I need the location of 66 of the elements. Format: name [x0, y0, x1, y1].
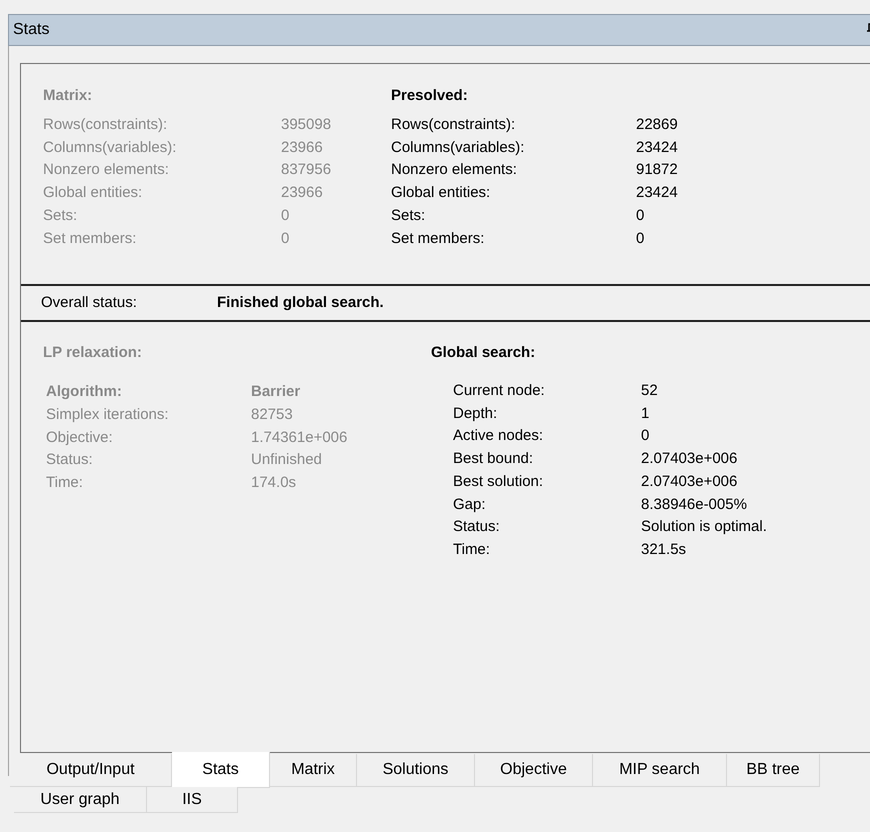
tab[interactable]: Solutions — [357, 754, 475, 787]
stat-label: Status: — [453, 517, 501, 538]
stat-label: Simplex iterations: — [46, 405, 170, 426]
stat-label: Set members: — [43, 228, 138, 249]
section-title: Matrix: — [43, 86, 94, 106]
tab[interactable]: User graph — [14, 787, 147, 813]
stat-label: Rows(constraints): — [391, 115, 516, 136]
stat-label: Columns(variables): — [43, 138, 178, 158]
stat-label: Gap: — [453, 494, 487, 515]
status-label: Overall status: — [41, 292, 138, 313]
stat-label: Nonzero elements: — [391, 160, 518, 180]
stat-value: 22869 — [636, 115, 679, 136]
stat-value: 23966 — [281, 183, 324, 204]
stat-value: 0 — [636, 206, 646, 226]
tab[interactable]: Output/Input — [10, 754, 172, 787]
stat-label: Depth: — [453, 404, 498, 424]
stat-label: Time: — [453, 540, 491, 560]
stat-value: 1.74361e+006 — [251, 428, 348, 448]
stat-value: 0 — [636, 228, 646, 249]
stat-label: Time: — [46, 473, 84, 494]
stat-label: Active nodes: — [453, 426, 544, 446]
stat-label: Sets: — [43, 206, 78, 226]
stat-value: 321.5s — [641, 540, 688, 560]
stat-value: 174.0s — [251, 473, 298, 494]
stat-value: Unfinished — [251, 450, 323, 470]
stat-value: 0 — [641, 426, 650, 446]
stat-value: 23424 — [636, 138, 679, 158]
stat-value: 23424 — [636, 183, 679, 204]
panel-title: Stats — [13, 20, 50, 40]
stat-value: 0 — [281, 228, 290, 249]
stat-label: Objective: — [46, 428, 114, 448]
tab[interactable]: IIS — [147, 787, 238, 813]
stat-value: 837956 — [281, 160, 332, 180]
stat-value: 0 — [281, 206, 290, 226]
tab[interactable]: Matrix — [270, 754, 357, 787]
stat-label: Columns(variables): — [391, 138, 526, 158]
tab[interactable]: Stats — [172, 752, 270, 788]
stat-label: Rows(constraints): — [43, 115, 168, 136]
stat-value: Barrier — [251, 382, 300, 402]
stat-value: 395098 — [281, 115, 332, 136]
tab[interactable]: BB tree — [727, 754, 820, 787]
stat-value: 8.38946e-005% — [641, 494, 748, 515]
stat-label: Status: — [46, 450, 94, 470]
stat-label: Nonzero elements: — [43, 160, 170, 180]
stat-value: Solution is optimal. — [641, 517, 768, 538]
stat-label: Global entities: — [43, 183, 144, 204]
stat-value: 23966 — [281, 138, 324, 158]
stat-label: Sets: — [391, 206, 426, 226]
section-title: Presolved: — [391, 86, 468, 106]
stat-value: 2.07403e+006 — [641, 472, 738, 492]
stat-label: Algorithm: — [46, 382, 123, 402]
stat-value: 91872 — [636, 160, 679, 180]
stat-label: Current node: — [453, 381, 546, 402]
status-value: Finished global search. — [217, 292, 384, 313]
tab[interactable]: Objective — [475, 754, 593, 787]
stat-label: Best solution: — [453, 472, 544, 492]
stat-label: Set members: — [391, 228, 486, 249]
tab[interactable]: MIP search — [593, 754, 727, 787]
section-title: Global search: — [431, 343, 536, 363]
stat-value: 1 — [641, 404, 650, 424]
stat-value: 52 — [641, 381, 659, 402]
stat-value: 2.07403e+006 — [641, 449, 738, 470]
section-title: LP relaxation: — [43, 343, 143, 363]
stat-value: 82753 — [251, 405, 294, 426]
stat-label: Global entities: — [391, 183, 492, 204]
stat-label: Best bound: — [453, 449, 534, 470]
